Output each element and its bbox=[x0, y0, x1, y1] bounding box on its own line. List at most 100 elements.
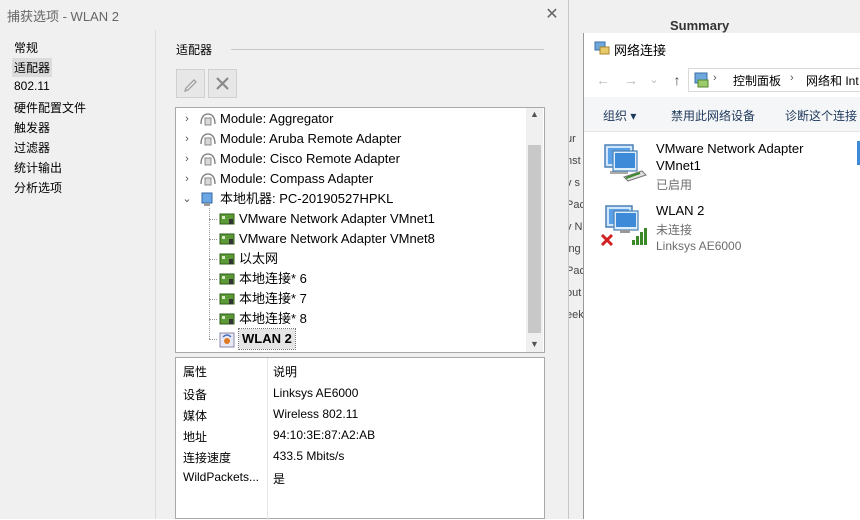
up-arrow-icon[interactable]: ↑ bbox=[668, 71, 686, 89]
nav-divider bbox=[155, 30, 156, 519]
tree-node[interactable]: 本地连接* 8 bbox=[176, 309, 526, 329]
forward-arrow-icon[interactable]: → bbox=[622, 71, 640, 89]
adapter-tree: › Module: Aggregator › Module: Aruba Remote… bbox=[175, 107, 545, 353]
tree-connector-line bbox=[209, 319, 217, 320]
connection-status: 未连接 bbox=[656, 223, 693, 237]
network-adapter-icon bbox=[602, 141, 650, 190]
nav-item[interactable]: 硬件配置文件 bbox=[12, 98, 88, 117]
address-bar[interactable]: › 控制面板 › 网络和 Int bbox=[688, 68, 860, 92]
breadcrumb-separator-icon: › bbox=[713, 72, 717, 84]
tree-node-label: 本地连接* 6 bbox=[239, 271, 307, 286]
scroll-up-icon[interactable]: ▲ bbox=[530, 109, 539, 119]
section-title: 适配器 bbox=[176, 43, 213, 57]
tree-node-label: Module: Cisco Remote Adapter bbox=[220, 151, 400, 166]
property-row-key: 地址 bbox=[183, 430, 208, 444]
chevron-down-icon[interactable]: ⌄ bbox=[182, 189, 192, 209]
tree-node-label: 以太网 bbox=[239, 251, 279, 266]
property-row-value: Linksys AE6000 bbox=[273, 386, 359, 400]
tree-node[interactable]: › Module: Aruba Remote Adapter bbox=[176, 129, 526, 149]
scroll-down-icon[interactable]: ▼ bbox=[530, 339, 539, 349]
tree-node[interactable]: ⌄ 本地机器: PC-20190527HPKL bbox=[176, 189, 526, 209]
network-connections-window: 网络连接 ← → ⌄ ↑ › 控制面板 › 网络和 Int 组织 ▾ 禁用此网络… bbox=[583, 33, 860, 519]
network-folder-icon bbox=[594, 40, 610, 59]
connection-device: Linksys AE6000 bbox=[656, 239, 742, 253]
connection-item-wlan2[interactable]: WLAN 2 未连接 Linksys AE6000 bbox=[584, 199, 860, 259]
breadcrumb-network-internet[interactable]: 网络和 Int bbox=[806, 72, 859, 89]
property-row-value: 433.5 Mbits/s bbox=[273, 449, 345, 463]
tree-node-label: 本地机器: PC-20190527HPKL bbox=[220, 191, 394, 206]
tree-node-label: Module: Aggregator bbox=[220, 111, 334, 126]
connection-name-line2: VMnet1 bbox=[656, 158, 701, 173]
tree-connector-line bbox=[209, 239, 217, 240]
property-row-value: Wireless 802.11 bbox=[273, 407, 359, 421]
connection-status: 已启用 bbox=[656, 178, 693, 192]
section-divider bbox=[231, 49, 544, 50]
breadcrumb-separator-icon: › bbox=[790, 72, 794, 84]
property-row-key: 媒体 bbox=[183, 409, 208, 423]
chevron-right-icon[interactable]: › bbox=[182, 149, 192, 169]
property-row-value: 是 bbox=[273, 472, 286, 486]
property-row-value: 94:10:3E:87:A2:AB bbox=[273, 428, 376, 442]
tree-node[interactable]: › Module: Aggregator bbox=[176, 109, 526, 129]
tree-connector-line bbox=[209, 279, 217, 280]
options-nav-list: 常规 适配器 802.11 硬件配置文件 触发器 过滤器 统计输出 分析选项 bbox=[6, 36, 156, 519]
network-window-title: 网络连接 bbox=[614, 43, 667, 58]
property-header-value: 说明 bbox=[273, 365, 298, 379]
tree-node[interactable]: 本地连接* 6 bbox=[176, 269, 526, 289]
disable-device-button[interactable]: 禁用此网络设备 bbox=[671, 107, 755, 124]
connection-name: VMware Network Adapter bbox=[656, 141, 804, 156]
command-bar: 组织 ▾ 禁用此网络设备 诊断这个连接 bbox=[584, 97, 860, 132]
address-bar-row: ← → ⌄ ↑ › 控制面板 › 网络和 Int bbox=[584, 67, 860, 93]
nav-item[interactable]: 触发器 bbox=[12, 118, 52, 137]
tree-node-label: Module: Aruba Remote Adapter bbox=[220, 131, 402, 146]
nav-item[interactable]: 常规 bbox=[12, 38, 40, 57]
chevron-right-icon[interactable]: › bbox=[182, 109, 192, 129]
tree-node[interactable]: VMware Network Adapter VMnet8 bbox=[176, 229, 526, 249]
tree-connector-line bbox=[209, 299, 217, 300]
property-row-key: 连接速度 bbox=[183, 451, 232, 465]
chevron-right-icon[interactable]: › bbox=[182, 129, 192, 149]
tree-node[interactable]: › Module: Compass Adapter bbox=[176, 169, 526, 189]
connection-item-vmnet1[interactable]: VMware Network Adapter VMnet1 已启用 bbox=[584, 137, 860, 197]
back-arrow-icon[interactable]: ← bbox=[594, 71, 612, 89]
delete-adapter-button[interactable] bbox=[208, 69, 237, 98]
tree-node-label: Module: Compass Adapter bbox=[220, 171, 374, 186]
background-window-title: Summary bbox=[670, 18, 730, 33]
tree-node-label: WLAN 2 bbox=[238, 328, 296, 350]
wireless-adapter-icon bbox=[219, 332, 235, 354]
chevron-right-icon[interactable]: › bbox=[182, 169, 192, 189]
network-window-titlebar[interactable]: 网络连接 bbox=[584, 33, 860, 63]
nav-item[interactable]: 802.11 bbox=[12, 78, 52, 94]
nav-item[interactable]: 分析选项 bbox=[12, 178, 64, 197]
tree-node[interactable]: WLAN 2 bbox=[176, 328, 526, 350]
tree-node[interactable]: 本地连接* 7 bbox=[176, 289, 526, 309]
tree-node[interactable]: VMware Network Adapter VMnet1 bbox=[176, 209, 526, 229]
tree-node[interactable]: 以太网 bbox=[176, 249, 526, 269]
tree-node-label: 本地连接* 7 bbox=[239, 291, 307, 306]
tree-node-label: VMware Network Adapter VMnet8 bbox=[239, 231, 435, 246]
tree-scrollbar[interactable]: ▲ ▼ bbox=[526, 108, 543, 352]
dialog-title: 捕获选项 - WLAN 2 bbox=[7, 9, 119, 24]
tree-connector-line bbox=[209, 259, 217, 260]
tree-node-label: 本地连接* 8 bbox=[239, 311, 307, 326]
property-row-key: WildPackets... bbox=[183, 470, 260, 484]
tree-node-label: VMware Network Adapter VMnet1 bbox=[239, 211, 435, 226]
breadcrumb-control-panel[interactable]: 控制面板 bbox=[733, 72, 781, 89]
adapter-properties-table: 属性 说明 设备 Linksys AE6000 媒体 Wireless 802.11 地址 9… bbox=[175, 357, 545, 520]
diagnose-connection-button[interactable]: 诊断这个连接 bbox=[785, 107, 857, 124]
nav-item[interactable]: 适配器 bbox=[12, 58, 53, 77]
scrollbar-thumb[interactable] bbox=[528, 145, 541, 333]
wireless-adapter-icon bbox=[600, 203, 652, 254]
property-header-key: 属性 bbox=[183, 365, 208, 379]
properties-column-divider bbox=[267, 358, 268, 520]
delete-x-icon bbox=[216, 77, 229, 90]
close-icon[interactable]: ✕ bbox=[543, 4, 561, 24]
tree-node[interactable]: › Module: Cisco Remote Adapter bbox=[176, 149, 526, 169]
recent-dropdown-icon[interactable]: ⌄ bbox=[648, 71, 660, 89]
nav-item[interactable]: 统计输出 bbox=[12, 158, 64, 177]
tree-connector-line bbox=[209, 208, 210, 339]
control-panel-icon bbox=[694, 72, 710, 91]
organize-menu-button[interactable]: 组织 ▾ bbox=[603, 107, 636, 124]
nav-item[interactable]: 过滤器 bbox=[12, 138, 52, 157]
edit-adapter-button[interactable] bbox=[176, 69, 205, 98]
